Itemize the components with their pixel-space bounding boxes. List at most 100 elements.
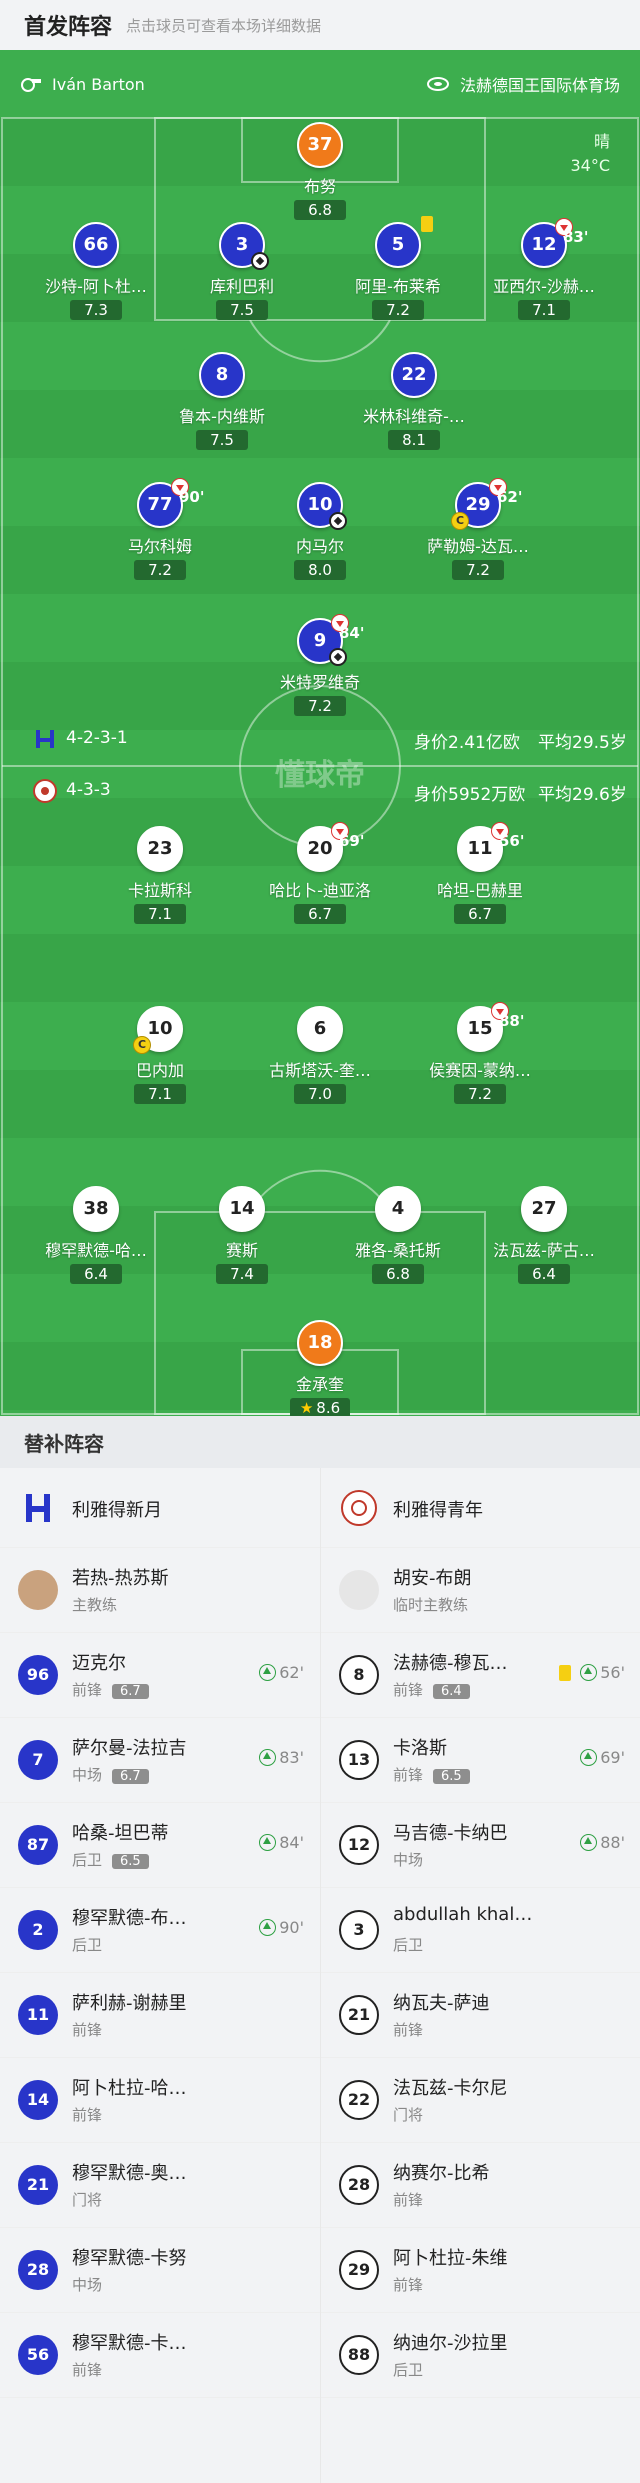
home-team-row[interactable]: 利雅得新月 xyxy=(0,1468,320,1548)
player-away-cm2[interactable]: 6 古斯塔沃-奎… 7.0 xyxy=(250,1006,390,1104)
shirt-number: 22 xyxy=(339,2080,379,2120)
player-rating: 6.4 xyxy=(70,1264,122,1284)
sub-player-row[interactable]: 11 萨利赫-谢赫里 前锋 xyxy=(0,1973,320,2058)
player-home-lb[interactable]: 66 沙特-阿卜杜… 7.3 xyxy=(26,222,166,320)
sub-player-row[interactable]: 28 穆罕默德-卡努 中场 xyxy=(0,2228,320,2313)
player-away-cb1[interactable]: 14 赛斯 7.4 xyxy=(172,1186,312,1284)
player-home-cb2[interactable]: 5 阿里-布莱希 7.2 xyxy=(328,216,468,320)
sub-player-row[interactable]: 28 纳赛尔-比希 前锋 xyxy=(321,2143,640,2228)
sub-in-icon xyxy=(580,1664,598,1681)
home-team-logo xyxy=(36,730,54,748)
player-position: 前锋 xyxy=(72,1681,103,1699)
player-away-st[interactable]: 20 69' 哈比卜-迪亚洛 6.7 xyxy=(250,822,390,924)
player-home-rb[interactable]: 12 83' 亚西尔-沙赫… 7.1 xyxy=(474,218,614,320)
player-name: 阿卜杜拉-朱维 xyxy=(393,2248,508,2269)
player-rating: 7.5 xyxy=(196,430,248,450)
player-away-lw[interactable]: 23 卡拉斯科 7.1 xyxy=(90,826,230,924)
player-rating: 6.5 xyxy=(433,1769,470,1784)
shirt-number: 12 xyxy=(339,1825,379,1865)
coach-avatar xyxy=(339,1570,379,1610)
player-home-dm1[interactable]: 8 鲁本-内维斯 7.5 xyxy=(152,352,292,450)
shirt-number: 22 xyxy=(391,352,437,398)
sub-player-row[interactable]: 88 纳迪尔-沙拉里 后卫 xyxy=(321,2313,640,2398)
player-away-rw[interactable]: 11 56' 哈坦-巴赫里 6.7 xyxy=(410,822,550,924)
sub-player-row[interactable]: 13 卡洛斯 前锋 6.5 69' xyxy=(321,1718,640,1803)
sub-minute: 83' xyxy=(563,228,589,246)
player-away-gk[interactable]: 18 金承奎 8.6 xyxy=(250,1320,390,1416)
player-position: 中场 xyxy=(393,1851,424,1869)
player-away-cm1[interactable]: 10 C 巴内加 7.1 xyxy=(90,1006,230,1104)
sub-player-row[interactable]: 3 abdullah khal… 后卫 xyxy=(321,1888,640,1973)
player-rating: 6.4 xyxy=(518,1264,570,1284)
player-rating: 8.0 xyxy=(294,560,346,580)
stadium-icon xyxy=(426,77,449,91)
player-name: 纳赛尔-比希 xyxy=(393,2163,490,2184)
player-name: 穆罕默德-奥… xyxy=(72,2163,187,2184)
sub-minute: 56' xyxy=(499,832,525,850)
player-name: 法瓦兹-卡尔尼 xyxy=(393,2078,508,2099)
home-team-logo xyxy=(26,1494,50,1522)
player-name: 穆罕默德-哈… xyxy=(45,1241,147,1260)
player-name: 侯赛因-蒙纳… xyxy=(429,1061,531,1080)
player-name: 雅各-桑托斯 xyxy=(355,1241,441,1260)
shirt-number: 28 xyxy=(18,2250,58,2290)
player-rating: 6.7 xyxy=(112,1684,149,1699)
player-away-lb[interactable]: 38 穆罕默德-哈… 6.4 xyxy=(26,1186,166,1284)
captain-icon: C xyxy=(133,1036,151,1054)
sub-player-row[interactable]: 87 哈桑-坦巴蒂 后卫 6.5 84' xyxy=(0,1803,320,1888)
sub-player-row[interactable]: 96 迈克尔 前锋 6.7 62' xyxy=(0,1633,320,1718)
player-home-st[interactable]: 9 84' 米特罗维奇 7.2 xyxy=(250,614,390,716)
sub-player-row[interactable]: 7 萨尔曼-法拉吉 中场 6.7 83' xyxy=(0,1718,320,1803)
player-home-cb1[interactable]: 3 库利巴利 7.5 xyxy=(172,222,312,320)
player-name: 米特罗维奇 xyxy=(279,673,360,692)
player-away-cb2[interactable]: 4 雅各-桑托斯 6.8 xyxy=(328,1186,468,1284)
player-position: 前锋 xyxy=(72,2021,103,2039)
player-away-rb[interactable]: 27 法瓦兹-萨古… 6.4 xyxy=(474,1186,614,1284)
player-home-lw[interactable]: 77 90' 马尔科姆 7.2 xyxy=(90,478,230,580)
sub-player-row[interactable]: 56 穆罕默德-卡… 前锋 xyxy=(0,2313,320,2398)
away-value: 身价5952万欧 xyxy=(414,785,526,805)
away-team-logo xyxy=(33,779,57,803)
sub-minute: 84' xyxy=(339,624,365,642)
shirt-number: 14 xyxy=(18,2080,58,2120)
sub-player-row[interactable]: 2 穆罕默德-布… 后卫 90' xyxy=(0,1888,320,1973)
shirt-number: 87 xyxy=(18,1825,58,1865)
player-home-am[interactable]: 10 内马尔 8.0 xyxy=(250,482,390,580)
player-name: abdullah khal… xyxy=(393,1904,533,1925)
sub-player-row[interactable]: 21 穆罕默德-奥… 门将 xyxy=(0,2143,320,2228)
sub-player-row[interactable]: 12 马吉德-卡纳巴 中场 88' xyxy=(321,1803,640,1888)
sub-in-minute: 62' xyxy=(279,1663,304,1682)
player-away-cm3[interactable]: 15 88' 侯赛因-蒙纳… 7.2 xyxy=(410,1002,550,1104)
player-home-rw[interactable]: 29 62' C 萨勒姆-达瓦… 7.2 xyxy=(408,478,548,580)
sub-player-row[interactable]: 14 阿卜杜拉-哈… 前锋 xyxy=(0,2058,320,2143)
sub-in-icon xyxy=(580,1749,598,1766)
sub-player-row[interactable]: 29 阿卜杜拉-朱维 前锋 xyxy=(321,2228,640,2313)
sub-player-row[interactable]: 21 纳瓦夫-萨迪 前锋 xyxy=(321,1973,640,2058)
subs-home-col: 利雅得新月 若热-热苏斯 主教练 96 迈克尔 前锋 6.7 62' 7 萨尔曼-… xyxy=(0,1468,320,2398)
sub-player-row[interactable]: 22 法瓦兹-卡尔尼 门将 xyxy=(321,2058,640,2143)
subs-title: 替补阵容 xyxy=(0,1416,640,1468)
player-position: 前锋 xyxy=(393,1766,424,1784)
player-home-gk[interactable]: 37 布努 6.8 xyxy=(250,122,390,220)
player-position: 前锋 xyxy=(72,2106,103,2124)
coach-name: 胡安-布朗 xyxy=(393,1568,472,1589)
player-name: 哈坦-巴赫里 xyxy=(437,881,523,900)
sub-player-row[interactable]: 8 法赫德-穆瓦… 前锋 6.4 56' xyxy=(321,1633,640,1718)
coach-avatar xyxy=(18,1570,58,1610)
player-name: 巴内加 xyxy=(135,1061,184,1080)
player-name: 亚西尔-沙赫… xyxy=(493,277,595,296)
home-coach-row[interactable]: 若热-热苏斯 主教练 xyxy=(0,1548,320,1633)
player-name: 古斯塔沃-奎… xyxy=(269,1061,371,1080)
player-name: 哈桑-坦巴蒂 xyxy=(72,1823,169,1844)
player-position: 前锋 xyxy=(393,2021,424,2039)
away-coach-row[interactable]: 胡安-布朗 临时主教练 xyxy=(321,1548,640,1633)
shirt-number: 77 xyxy=(147,494,173,515)
subs-away-col: 利雅得青年 胡安-布朗 临时主教练 8 法赫德-穆瓦… 前锋 6.4 56' 13… xyxy=(321,1468,640,2398)
sub-in-minute: 83' xyxy=(279,1748,304,1767)
away-team-row[interactable]: 利雅得青年 xyxy=(321,1468,640,1548)
page-title: 首发阵容 xyxy=(24,15,113,40)
player-home-dm2[interactable]: 22 米林科维奇-… 8.1 xyxy=(344,352,484,450)
player-rating: 6.7 xyxy=(454,904,506,924)
player-name: 内马尔 xyxy=(295,537,344,556)
shirt-number: 96 xyxy=(18,1655,58,1695)
